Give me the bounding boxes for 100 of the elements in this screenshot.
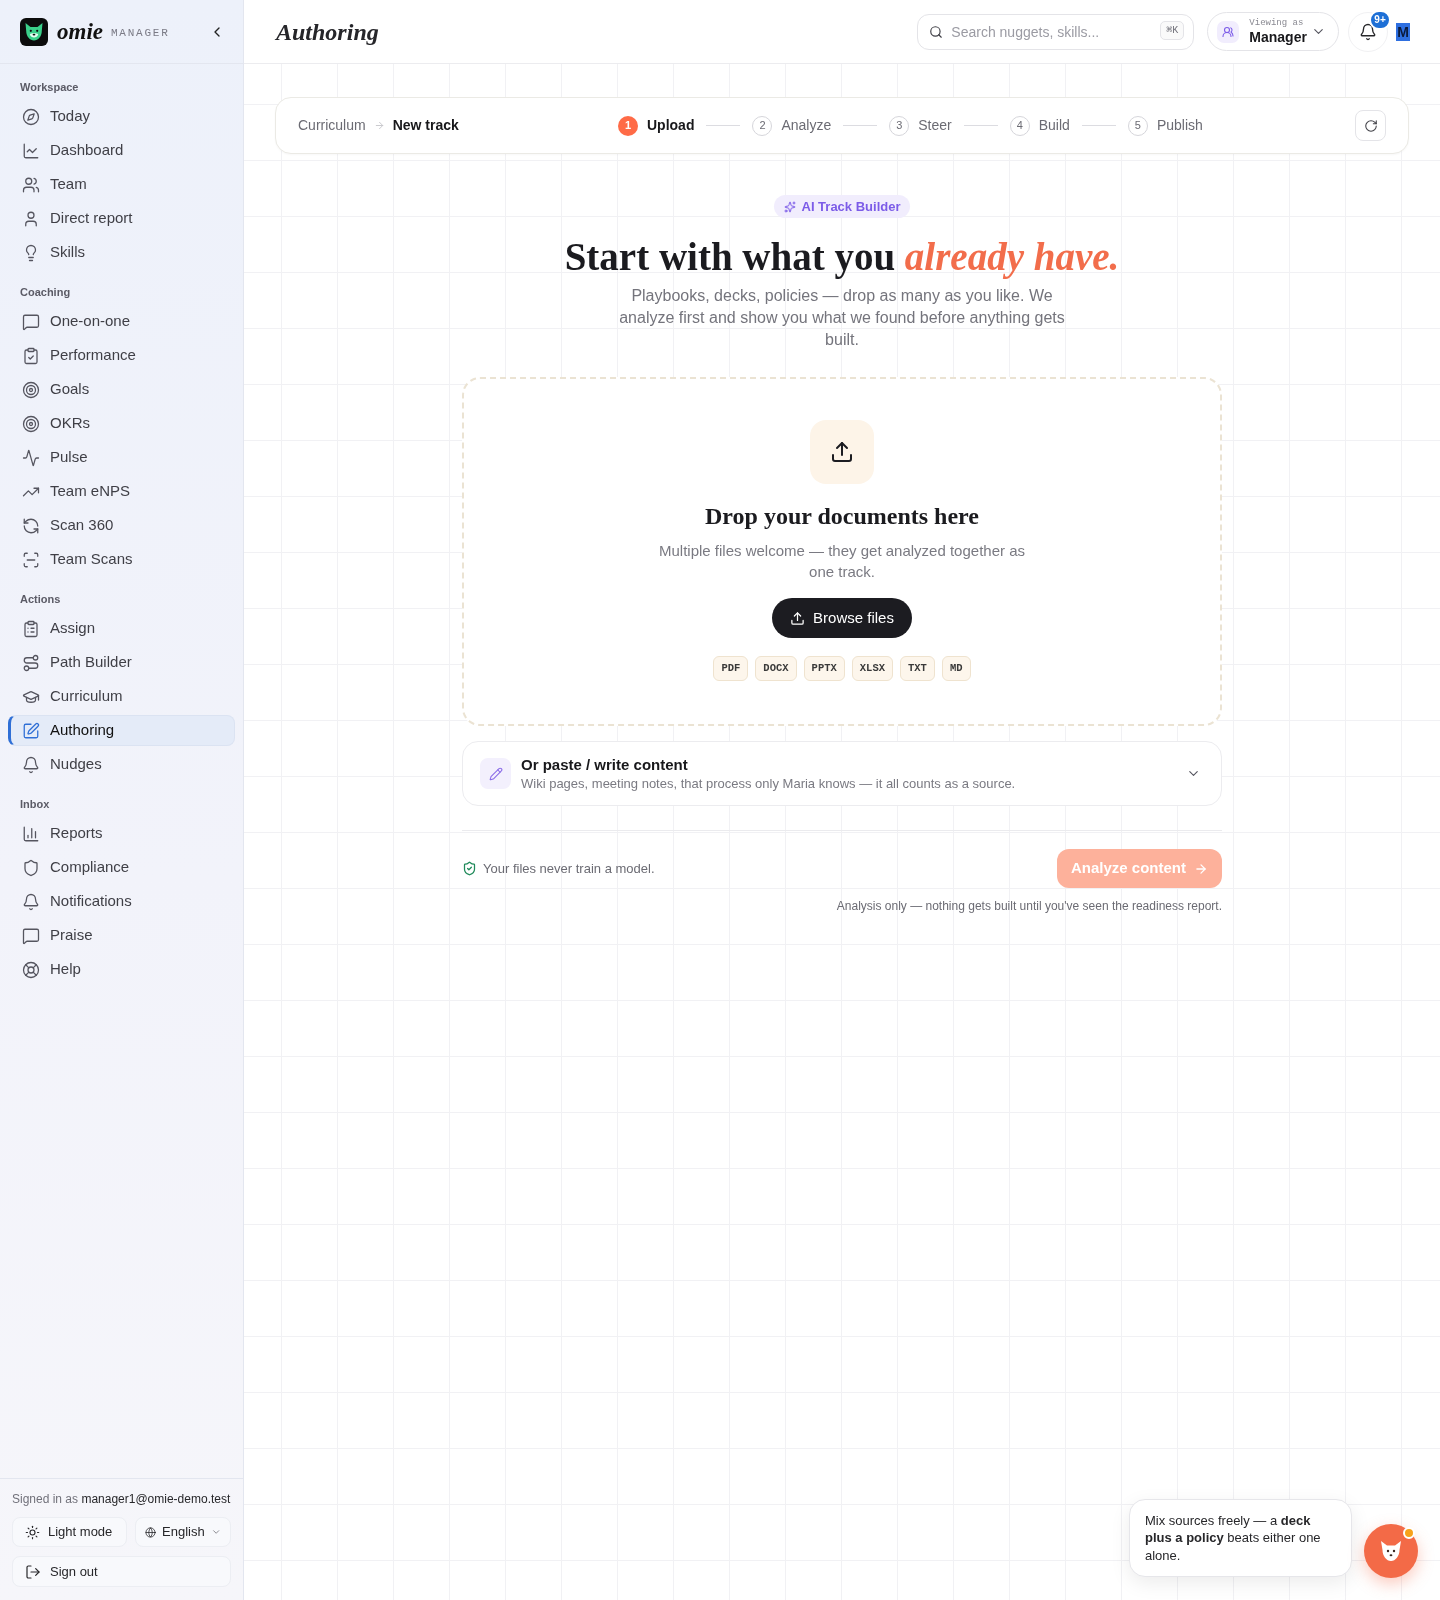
pulse-icon: [22, 448, 40, 467]
nav-item[interactable]: Goals: [8, 374, 235, 405]
nav-item[interactable]: Authoring: [8, 715, 235, 746]
sign-out-button[interactable]: Sign out: [12, 1556, 231, 1587]
nav-item[interactable]: Scan 360: [8, 510, 235, 541]
signed-in-text: Signed in as manager1@omie-demo.test: [12, 1491, 231, 1507]
nav-item[interactable]: Nudges: [8, 749, 235, 780]
target-icon: [22, 380, 40, 399]
format-tag: XLSX: [851, 656, 893, 681]
paste-content-panel[interactable]: Or paste / write content Wiki pages, meeting notes, that process only Maria knows — it all counts as a source.: [462, 741, 1222, 806]
brand-name: omie: [57, 20, 103, 43]
target-icon: [22, 414, 40, 433]
bell-icon: [22, 755, 40, 774]
nav-item[interactable]: Assign: [8, 613, 235, 644]
role-value: Manager: [1249, 28, 1307, 46]
nav-item[interactable]: Path Builder: [8, 647, 235, 678]
nav-item[interactable]: Notifications: [8, 886, 235, 917]
nav-item[interactable]: Team Scans: [8, 544, 235, 575]
format-tag: TXT: [900, 656, 935, 681]
browse-files-button[interactable]: Browse files: [772, 598, 912, 638]
step-label: Publish: [1156, 116, 1203, 135]
refresh-button[interactable]: [1355, 110, 1386, 141]
nav-item[interactable]: Skills: [8, 237, 235, 268]
nav-item[interactable]: Team: [8, 169, 235, 200]
hero-heading: Start with what you already have.: [564, 234, 1120, 281]
step-connector: [963, 125, 998, 126]
fox-icon: [1379, 1540, 1403, 1562]
refresh-icon: [1363, 118, 1378, 133]
nav-item[interactable]: Compliance: [8, 852, 235, 883]
nav-item[interactable]: Today: [8, 101, 235, 132]
drop-title: Drop your documents here: [705, 502, 979, 531]
paste-description: Wiki pages, meeting notes, that process only Maria knows — it all counts as a source.: [521, 774, 1016, 793]
pencil-icon: [480, 758, 511, 789]
nav-item[interactable]: Praise: [8, 920, 235, 951]
route-icon: [22, 653, 40, 672]
bar-chart-icon: [22, 824, 40, 843]
step-connector: [706, 125, 741, 126]
bell-icon: [1359, 22, 1378, 41]
hero-description: Playbooks, decks, policies — drop as many as you like. We analyze first and show you what we found before anything gets built.: [618, 286, 1066, 350]
analysis-caption: Analysis only — nothing gets built until you've seen the readiness report.: [836, 898, 1222, 915]
search-icon: [929, 24, 944, 39]
breadcrumb-current: New track: [392, 116, 459, 135]
brand-tag: MANAGER: [111, 24, 170, 42]
refresh-icon: [22, 516, 40, 535]
people-icon: [1217, 20, 1240, 43]
avatar[interactable]: M: [1396, 22, 1410, 41]
format-tag: PDF: [713, 656, 749, 681]
notifications-button[interactable]: 9+: [1348, 11, 1389, 52]
nav-item[interactable]: Help: [8, 954, 235, 985]
chat-bubble-icon: [22, 312, 40, 331]
scan-icon: [22, 550, 40, 569]
step-label: Analyze: [781, 116, 832, 135]
step-connector: [1081, 125, 1116, 126]
drop-description: Multiple files welcome — they get analyzed together as one track.: [658, 541, 1026, 582]
tip-bubble: Mix sources freely — a deck plus a policy beats either one alone.: [1129, 1498, 1352, 1577]
format-tag: DOCX: [755, 656, 797, 681]
nav-item[interactable]: Dashboard: [8, 135, 235, 166]
clipboard-list-icon: [22, 619, 40, 638]
notification-badge: 9+: [1369, 9, 1391, 30]
pencil-square-icon: [22, 721, 40, 740]
step-number: 1: [618, 115, 638, 136]
upload-icon: [790, 610, 806, 626]
shield-icon: [22, 858, 40, 877]
theme-toggle-button[interactable]: Light mode: [12, 1517, 127, 1547]
arrow-right-icon: [1194, 861, 1208, 876]
section-label: Coaching: [19, 285, 72, 300]
line-chart-icon: [22, 141, 40, 160]
nav-item[interactable]: One-on-one: [8, 306, 235, 337]
role-switcher[interactable]: Viewing as Manager: [1207, 12, 1340, 51]
nav-item[interactable]: OKRs: [8, 408, 235, 439]
badge-label: AI Track Builder: [801, 197, 901, 216]
nav-item[interactable]: Pulse: [8, 442, 235, 473]
breadcrumb-link[interactable]: Curriculum: [298, 115, 366, 136]
clipboard-check-icon: [22, 346, 40, 365]
lifebuoy-icon: [22, 960, 40, 979]
sign-out-icon: [25, 1563, 41, 1580]
arrow-icon: [373, 120, 385, 131]
language-select[interactable]: English: [135, 1517, 231, 1547]
section-label: Inbox: [19, 797, 51, 812]
privacy-note: Your files never train a model.: [483, 859, 655, 878]
step-label: Upload: [647, 116, 695, 135]
nav-item[interactable]: Curriculum: [8, 681, 235, 712]
upload-icon: [810, 420, 874, 484]
person-icon: [22, 209, 40, 228]
role-caption: Viewing as: [1249, 17, 1304, 29]
section-label: Actions: [19, 592, 62, 607]
nav-item[interactable]: Reports: [8, 818, 235, 849]
logo-icon: [20, 17, 48, 46]
step-label: Build: [1038, 116, 1070, 135]
format-tag: PPTX: [803, 656, 845, 681]
globe-icon: [145, 1524, 157, 1540]
section-label: Workspace: [19, 80, 80, 95]
shield-check-icon: [462, 861, 477, 876]
chat-bubble-icon: [22, 926, 40, 945]
drop-zone[interactable]: Drop your documents here Multiple files welcome — they get analyzed together as one track. Browse files PDF DOCX PPTX XLSX TXT MD: [462, 377, 1222, 726]
people-icon: [22, 175, 40, 194]
nav-item[interactable]: Direct report: [8, 203, 235, 234]
sun-icon: [25, 1524, 40, 1540]
nav-item[interactable]: Team eNPS: [8, 476, 235, 507]
nav-item[interactable]: Performance: [8, 340, 235, 371]
